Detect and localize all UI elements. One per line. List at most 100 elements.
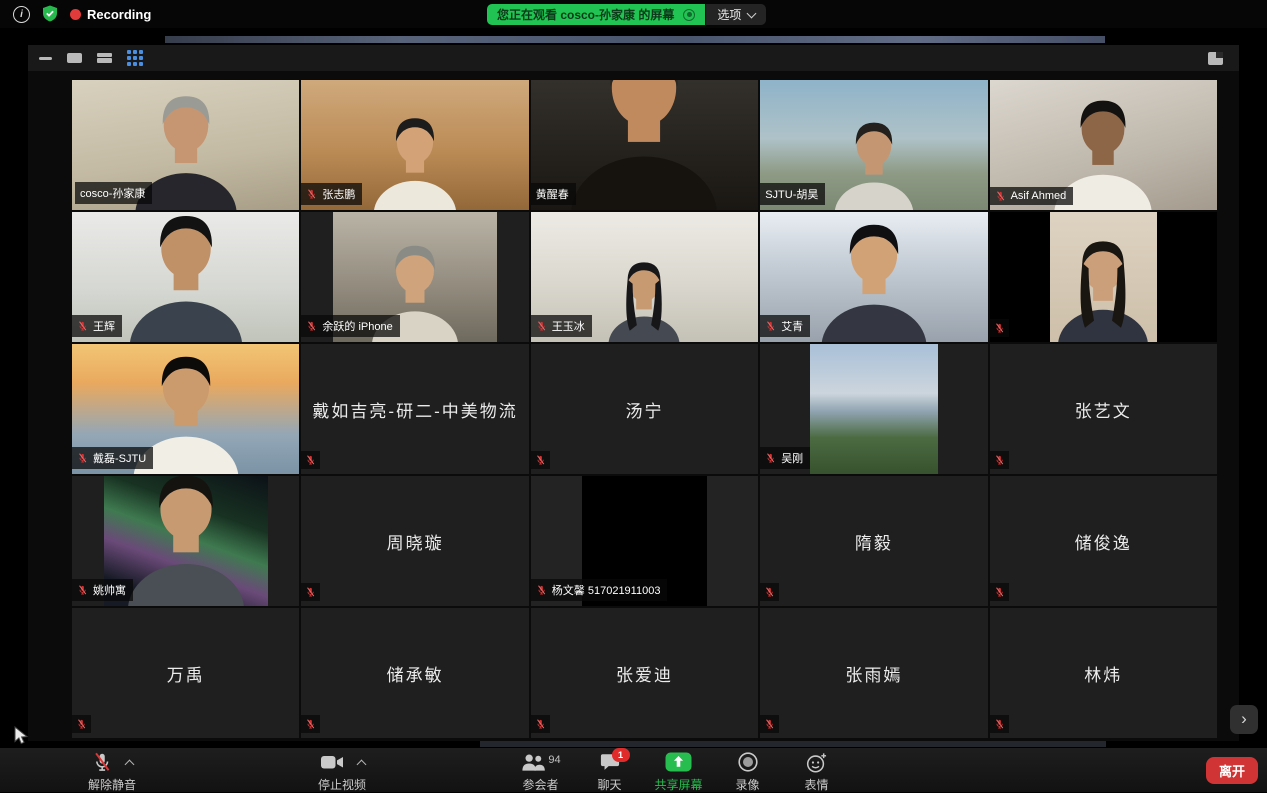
participant-name: 王辉 [93, 318, 115, 334]
chat-button[interactable]: 1 聊天 [575, 751, 644, 793]
info-icon[interactable]: i [13, 6, 30, 23]
mic-muted-icon [765, 320, 776, 332]
mic-muted-icon [536, 584, 547, 596]
name-label: 张志鹏 [301, 183, 362, 205]
participant-tile[interactable]: 余跃的 iPhone [301, 212, 528, 342]
thumbnail-view-icon[interactable] [97, 53, 112, 63]
name-label: 吴刚 [760, 447, 810, 469]
record-button[interactable]: 录像 [713, 751, 782, 793]
participant-tile[interactable]: 万禹 [72, 608, 299, 738]
person-silhouette [602, 251, 688, 342]
leave-button[interactable]: 离开 [1206, 757, 1258, 784]
name-label [990, 715, 1009, 733]
participant-name: 张爱迪 [616, 661, 673, 686]
participant-tile[interactable]: Asif Ahmed [990, 80, 1217, 210]
mic-muted-icon [764, 586, 775, 598]
participant-name: 姚帅寓 [93, 582, 126, 598]
record-icon [737, 751, 759, 776]
participant-tile[interactable]: 黄醒春 [531, 80, 758, 210]
mic-muted-icon [994, 322, 1005, 334]
participant-tile[interactable]: 吴刚 [760, 344, 987, 474]
participant-tile[interactable]: 戴如吉亮-研二-中美物流 [301, 344, 528, 474]
person-silhouette [366, 105, 465, 210]
smiley-plus-icon [805, 751, 828, 776]
mic-muted-icon [765, 452, 776, 464]
speaker-view-icon[interactable] [67, 53, 82, 63]
participant-tile[interactable] [990, 212, 1217, 342]
mic-muted-icon [77, 452, 88, 464]
options-label: 选项 [717, 6, 741, 23]
shield-check-icon[interactable] [42, 5, 58, 27]
participant-tile[interactable]: 姚帅寓 [72, 476, 299, 606]
banner-text-pill: 您正在观看 cosco-孙家康 的屏幕 [487, 4, 705, 25]
participant-tile[interactable]: 王玉冰 [531, 212, 758, 342]
banner-text: 您正在观看 cosco-孙家康 的屏幕 [497, 6, 674, 23]
participant-name: 周晓璇 [387, 529, 444, 554]
participant-tile[interactable]: 储俊逸 [990, 476, 1217, 606]
participant-tile[interactable]: 林炜 [990, 608, 1217, 738]
participants-label: 参会者 [522, 776, 558, 793]
mic-muted-icon [994, 454, 1005, 466]
name-label: 姚帅寓 [72, 579, 133, 601]
participant-count: 94 [548, 754, 560, 766]
name-label: 戴磊-SJTU [72, 447, 153, 469]
participant-tile[interactable]: 张雨嫣 [760, 608, 987, 738]
reactions-label: 表情 [804, 776, 828, 793]
video-feed [1050, 212, 1157, 342]
meeting-video-window: cosco-孙家康 张志鹏 黄醒春 SJTU-胡昊 Asif Ahmed 王辉 [28, 45, 1239, 741]
participant-tile[interactable]: 隋毅 [760, 476, 987, 606]
participant-tile[interactable]: SJTU-胡昊 [760, 80, 987, 210]
name-label: 杨文馨 517021911003 [531, 579, 668, 601]
participant-tile[interactable]: 艾青 [760, 212, 987, 342]
person-silhouette [557, 80, 733, 210]
shared-screen-edge-top [165, 36, 1105, 43]
share-screen-button[interactable]: 共享屏幕 [644, 751, 713, 793]
mic-muted-icon [535, 718, 546, 730]
stop-video-button[interactable]: 停止视频 [268, 751, 416, 793]
name-label [72, 715, 91, 733]
mic-muted-icon [536, 320, 547, 332]
name-label [760, 583, 779, 601]
unmute-label: 解除静音 [88, 776, 136, 793]
name-label [990, 451, 1009, 469]
mic-muted-icon [535, 454, 546, 466]
stop-video-label: 停止视频 [318, 776, 366, 793]
participant-tile[interactable]: 张艺文 [990, 344, 1217, 474]
participant-tile[interactable]: cosco-孙家康 [72, 80, 299, 210]
minimize-icon[interactable] [39, 57, 52, 60]
participant-tile[interactable]: 储承敏 [301, 608, 528, 738]
share-screen-icon [665, 752, 692, 775]
participant-tile[interactable]: 张爱迪 [531, 608, 758, 738]
participant-tile[interactable]: 汤宁 [531, 344, 758, 474]
video-options-chevron-icon[interactable] [356, 760, 366, 770]
gallery-view-icon[interactable] [127, 50, 143, 66]
participant-name: 林炜 [1084, 661, 1122, 686]
exit-minimized-view-icon[interactable] [1208, 52, 1223, 65]
name-label: 余跃的 iPhone [301, 315, 399, 337]
participant-tile[interactable]: 戴磊-SJTU [72, 344, 299, 474]
next-page-button[interactable]: › [1230, 705, 1258, 734]
person-silhouette [118, 212, 253, 342]
participant-tile[interactable]: 杨文馨 517021911003 [531, 476, 758, 606]
name-label: Asif Ahmed [990, 187, 1074, 205]
unmute-button[interactable]: 解除静音 [42, 751, 182, 793]
options-button[interactable]: 选项 [706, 4, 766, 25]
participants-icon [520, 752, 545, 775]
person-silhouette [1050, 227, 1157, 342]
chevron-down-icon [747, 8, 757, 18]
mic-muted-icon [306, 320, 317, 332]
view-toolbar [28, 45, 1239, 71]
participant-tile[interactable]: 周晓璇 [301, 476, 528, 606]
participants-button[interactable]: 94 参会者 [506, 751, 575, 793]
name-label: SJTU-胡昊 [760, 183, 825, 205]
mic-muted-icon [764, 718, 775, 730]
person-silhouette [811, 212, 937, 342]
toolbar-center-group: 94 参会者 1 聊天 [506, 751, 851, 793]
participant-name: 戴如吉亮-研二-中美物流 [312, 397, 517, 422]
mic-options-chevron-icon[interactable] [125, 760, 135, 770]
participant-name: 王玉冰 [552, 318, 585, 334]
participant-name: Asif Ahmed [1011, 190, 1067, 202]
participant-tile[interactable]: 张志鹏 [301, 80, 528, 210]
participant-tile[interactable]: 王辉 [72, 212, 299, 342]
reactions-button[interactable]: 表情 [782, 751, 851, 793]
